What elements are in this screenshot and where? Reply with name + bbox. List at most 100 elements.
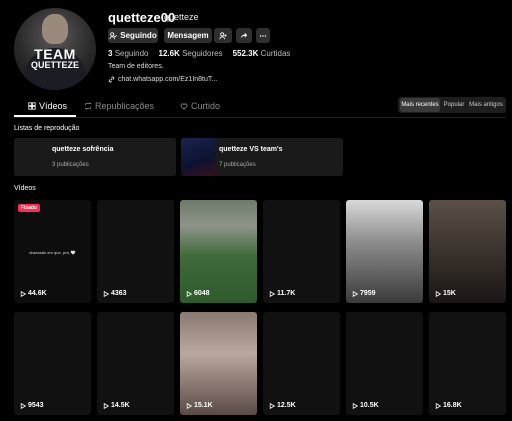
video-views: 10.5K <box>352 402 379 409</box>
stat-label: Seguindo <box>114 49 149 58</box>
video-card[interactable]: 11.7K <box>263 200 340 303</box>
more-button[interactable] <box>256 28 270 43</box>
sort-oldest[interactable]: Mais antigos <box>468 98 504 112</box>
avatar-text-name: QUETTEZE <box>30 60 79 70</box>
video-card[interactable]: 15.1K <box>180 312 257 415</box>
tab-videos[interactable]: Vídeos <box>28 101 67 111</box>
grid-icon <box>28 102 36 110</box>
following-button[interactable]: Seguindo <box>108 28 158 43</box>
video-views: 15K <box>435 290 456 297</box>
message-button[interactable]: Mensagem <box>164 28 212 43</box>
videos-heading: Vídeos <box>14 185 36 192</box>
tabs-divider <box>14 117 506 118</box>
video-card[interactable]: 9543 <box>14 312 91 415</box>
play-icon <box>269 290 275 297</box>
video-card[interactable]: 16.8K <box>429 312 506 415</box>
play-icon <box>103 290 109 297</box>
play-icon <box>352 290 358 297</box>
tab-label: Republicações <box>95 101 155 111</box>
playlist-thumbnail <box>181 138 215 176</box>
video-card[interactable]: 14.5K <box>97 312 174 415</box>
playlist-count: 3 publicações <box>52 162 89 168</box>
video-views-count: 4363 <box>111 290 127 297</box>
video-views: 16.8K <box>435 402 462 409</box>
play-icon <box>186 402 192 409</box>
video-views-count: 10.5K <box>360 402 379 409</box>
play-icon <box>435 290 441 297</box>
playlists-heading: Listas de reprodução <box>14 125 80 132</box>
play-icon <box>435 402 441 409</box>
share-icon <box>240 32 248 39</box>
play-icon <box>20 402 26 409</box>
user-check-icon <box>109 31 118 39</box>
stat-likes: 552.3K Curtidas <box>233 49 291 58</box>
profile-avatar[interactable]: TEAM QUETTEZE <box>14 8 96 90</box>
profile-link-text: chat.whatsapp.com/Ez1In8tuT... <box>118 76 218 83</box>
profile-bio: Team de editores. <box>108 63 164 70</box>
video-caption: obsessão em que, pra, 🤍 <box>29 250 76 255</box>
video-views-count: 15K <box>443 290 456 297</box>
video-views: 15.1K <box>186 402 213 409</box>
tab-reposts[interactable]: Republicações <box>84 101 154 111</box>
add-friend-button[interactable] <box>214 28 232 43</box>
stat-label: Curtidas <box>260 49 291 58</box>
sort-popular[interactable]: Popular <box>441 98 467 112</box>
playlist-count: 7 publicações <box>219 162 256 168</box>
video-views: 9543 <box>20 402 44 409</box>
playlist-card[interactable]: quetteze sofrência 3 publicações <box>14 138 176 176</box>
profile-nickname: quetteze <box>164 12 199 22</box>
video-views-count: 6048 <box>194 290 210 297</box>
video-views-count: 12.5K <box>277 402 296 409</box>
video-card[interactable]: 6048 <box>180 200 257 303</box>
pinned-badge: Fixado <box>18 204 41 212</box>
profile-stats: 3 Seguindo 12.6K Seguidores 552.3K Curti… <box>108 49 290 58</box>
playlist-card[interactable]: quetteze VS team's 7 publicações <box>181 138 343 176</box>
playlist-thumbnail <box>14 138 48 176</box>
link-icon <box>108 76 115 83</box>
profile-tabs: Vídeos Republicações Curtido <box>14 97 344 117</box>
video-card[interactable]: Fixado obsessão em que, pra, 🤍 44.6K <box>14 200 91 303</box>
play-icon <box>186 290 192 297</box>
profile-link[interactable]: chat.whatsapp.com/Ez1In8tuT... <box>108 76 217 83</box>
video-views: 7959 <box>352 290 376 297</box>
video-views: 14.5K <box>103 402 130 409</box>
video-card[interactable]: 10.5K <box>346 312 423 415</box>
video-views: 11.7K <box>269 290 295 297</box>
avatar-head <box>42 14 68 44</box>
playlist-title: quetteze sofrência <box>52 146 114 153</box>
playlist-title: quetteze VS team's <box>219 146 283 153</box>
play-icon <box>352 402 358 409</box>
message-label: Mensagem <box>167 31 209 40</box>
video-views: 44.6K <box>20 290 47 297</box>
sort-recent[interactable]: Mais recentes <box>400 98 440 112</box>
repost-icon <box>84 102 92 110</box>
video-views-count: 14.5K <box>111 402 130 409</box>
share-button[interactable] <box>236 28 252 43</box>
more-dots-icon <box>259 34 267 37</box>
video-views: 12.5K <box>269 402 296 409</box>
video-card[interactable]: 4363 <box>97 200 174 303</box>
add-user-icon <box>219 31 227 39</box>
video-card[interactable]: 15K <box>429 200 506 303</box>
video-card[interactable]: 7959 <box>346 200 423 303</box>
video-views: 6048 <box>186 290 210 297</box>
video-views-count: 9543 <box>28 402 44 409</box>
following-label: Seguindo <box>120 31 157 40</box>
tab-label: Vídeos <box>39 101 68 111</box>
video-views-count: 7959 <box>360 290 376 297</box>
video-views: 4363 <box>103 290 127 297</box>
video-card[interactable]: 12.5K <box>263 312 340 415</box>
stat-value: 3 <box>108 49 113 58</box>
stat-value: 552.3K <box>232 49 259 58</box>
play-icon <box>103 402 109 409</box>
stat-value: 12.6K <box>158 49 180 58</box>
stat-followers[interactable]: 12.6K Seguidores <box>159 49 223 58</box>
play-icon <box>20 290 26 297</box>
play-icon <box>269 402 275 409</box>
stat-following[interactable]: 3 Seguindo <box>108 49 149 58</box>
video-views-count: 16.8K <box>443 402 462 409</box>
video-views-count: 11.7K <box>277 290 296 297</box>
tab-liked[interactable]: Curtido <box>180 101 220 111</box>
tab-label: Curtido <box>191 101 221 111</box>
video-views-count: 15.1K <box>194 402 213 409</box>
